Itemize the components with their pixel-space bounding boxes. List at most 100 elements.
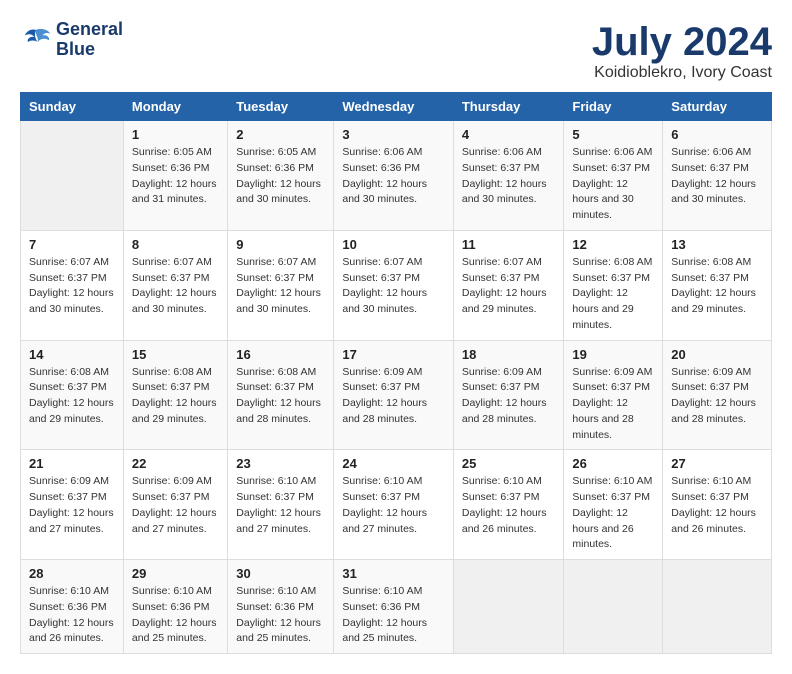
sunrise-text: Sunrise: 6:08 AM — [29, 365, 115, 381]
calendar-cell: 9 Sunrise: 6:07 AM Sunset: 6:37 PM Dayli… — [228, 230, 334, 340]
calendar-cell: 26 Sunrise: 6:10 AM Sunset: 6:37 PM Dayl… — [564, 450, 663, 560]
day-number: 29 — [132, 566, 219, 581]
calendar-cell: 1 Sunrise: 6:05 AM Sunset: 6:36 PM Dayli… — [123, 121, 227, 231]
header-day: Monday — [123, 93, 227, 121]
header-day: Tuesday — [228, 93, 334, 121]
calendar-table: SundayMondayTuesdayWednesdayThursdayFrid… — [20, 92, 772, 654]
daylight-text: Daylight: 12 hours and 29 minutes. — [572, 286, 654, 333]
day-info: Sunrise: 6:07 AM Sunset: 6:37 PM Dayligh… — [29, 255, 115, 318]
day-number: 28 — [29, 566, 115, 581]
daylight-text: Daylight: 12 hours and 30 minutes. — [462, 177, 556, 209]
sunset-text: Sunset: 6:37 PM — [132, 380, 219, 396]
sunrise-text: Sunrise: 6:07 AM — [462, 255, 556, 271]
calendar-cell: 6 Sunrise: 6:06 AM Sunset: 6:37 PM Dayli… — [663, 121, 772, 231]
day-number: 24 — [342, 456, 445, 471]
day-info: Sunrise: 6:06 AM Sunset: 6:37 PM Dayligh… — [572, 145, 654, 224]
calendar-cell: 8 Sunrise: 6:07 AM Sunset: 6:37 PM Dayli… — [123, 230, 227, 340]
sunset-text: Sunset: 6:37 PM — [462, 271, 556, 287]
day-info: Sunrise: 6:08 AM Sunset: 6:37 PM Dayligh… — [671, 255, 763, 318]
daylight-text: Daylight: 12 hours and 28 minutes. — [572, 396, 654, 443]
logo-line1: General — [56, 20, 123, 40]
day-info: Sunrise: 6:10 AM Sunset: 6:36 PM Dayligh… — [132, 584, 219, 647]
main-title: July 2024 — [592, 20, 772, 64]
sunrise-text: Sunrise: 6:09 AM — [572, 365, 654, 381]
sunset-text: Sunset: 6:37 PM — [671, 490, 763, 506]
day-info: Sunrise: 6:07 AM Sunset: 6:37 PM Dayligh… — [236, 255, 325, 318]
day-info: Sunrise: 6:10 AM Sunset: 6:36 PM Dayligh… — [342, 584, 445, 647]
day-info: Sunrise: 6:08 AM Sunset: 6:37 PM Dayligh… — [236, 365, 325, 428]
sunrise-text: Sunrise: 6:09 AM — [462, 365, 556, 381]
daylight-text: Daylight: 12 hours and 26 minutes. — [29, 616, 115, 648]
day-info: Sunrise: 6:09 AM Sunset: 6:37 PM Dayligh… — [572, 365, 654, 444]
day-info: Sunrise: 6:08 AM Sunset: 6:37 PM Dayligh… — [29, 365, 115, 428]
daylight-text: Daylight: 12 hours and 28 minutes. — [342, 396, 445, 428]
day-info: Sunrise: 6:09 AM Sunset: 6:37 PM Dayligh… — [462, 365, 556, 428]
day-number: 20 — [671, 347, 763, 362]
sunset-text: Sunset: 6:37 PM — [462, 380, 556, 396]
sunrise-text: Sunrise: 6:10 AM — [29, 584, 115, 600]
day-number: 22 — [132, 456, 219, 471]
day-number: 23 — [236, 456, 325, 471]
day-number: 8 — [132, 237, 219, 252]
day-number: 15 — [132, 347, 219, 362]
day-info: Sunrise: 6:07 AM Sunset: 6:37 PM Dayligh… — [342, 255, 445, 318]
calendar-cell — [564, 560, 663, 654]
week-row: 14 Sunrise: 6:08 AM Sunset: 6:37 PM Dayl… — [21, 340, 772, 450]
sunset-text: Sunset: 6:37 PM — [236, 490, 325, 506]
daylight-text: Daylight: 12 hours and 26 minutes. — [462, 506, 556, 538]
sunrise-text: Sunrise: 6:06 AM — [572, 145, 654, 161]
calendar-cell: 22 Sunrise: 6:09 AM Sunset: 6:37 PM Dayl… — [123, 450, 227, 560]
day-number: 3 — [342, 127, 445, 142]
daylight-text: Daylight: 12 hours and 27 minutes. — [236, 506, 325, 538]
sunrise-text: Sunrise: 6:10 AM — [132, 584, 219, 600]
calendar-cell: 3 Sunrise: 6:06 AM Sunset: 6:36 PM Dayli… — [334, 121, 454, 231]
daylight-text: Daylight: 12 hours and 30 minutes. — [236, 177, 325, 209]
sunset-text: Sunset: 6:37 PM — [342, 490, 445, 506]
sunrise-text: Sunrise: 6:08 AM — [671, 255, 763, 271]
day-info: Sunrise: 6:10 AM Sunset: 6:37 PM Dayligh… — [671, 474, 763, 537]
calendar-cell: 20 Sunrise: 6:09 AM Sunset: 6:37 PM Dayl… — [663, 340, 772, 450]
sunrise-text: Sunrise: 6:08 AM — [132, 365, 219, 381]
sunrise-text: Sunrise: 6:07 AM — [236, 255, 325, 271]
sunset-text: Sunset: 6:37 PM — [572, 271, 654, 287]
day-info: Sunrise: 6:09 AM Sunset: 6:37 PM Dayligh… — [132, 474, 219, 537]
calendar-cell: 7 Sunrise: 6:07 AM Sunset: 6:37 PM Dayli… — [21, 230, 124, 340]
day-info: Sunrise: 6:09 AM Sunset: 6:37 PM Dayligh… — [29, 474, 115, 537]
calendar-cell: 19 Sunrise: 6:09 AM Sunset: 6:37 PM Dayl… — [564, 340, 663, 450]
day-number: 1 — [132, 127, 219, 142]
day-number: 30 — [236, 566, 325, 581]
calendar-cell: 27 Sunrise: 6:10 AM Sunset: 6:37 PM Dayl… — [663, 450, 772, 560]
sunrise-text: Sunrise: 6:10 AM — [236, 584, 325, 600]
day-info: Sunrise: 6:10 AM Sunset: 6:36 PM Dayligh… — [236, 584, 325, 647]
day-number: 13 — [671, 237, 763, 252]
sunrise-text: Sunrise: 6:06 AM — [342, 145, 445, 161]
sunset-text: Sunset: 6:37 PM — [342, 271, 445, 287]
calendar-cell: 25 Sunrise: 6:10 AM Sunset: 6:37 PM Dayl… — [453, 450, 564, 560]
daylight-text: Daylight: 12 hours and 25 minutes. — [342, 616, 445, 648]
sunrise-text: Sunrise: 6:09 AM — [29, 474, 115, 490]
calendar-cell: 30 Sunrise: 6:10 AM Sunset: 6:36 PM Dayl… — [228, 560, 334, 654]
day-number: 17 — [342, 347, 445, 362]
sunrise-text: Sunrise: 6:07 AM — [29, 255, 115, 271]
day-info: Sunrise: 6:08 AM Sunset: 6:37 PM Dayligh… — [132, 365, 219, 428]
sunrise-text: Sunrise: 6:10 AM — [572, 474, 654, 490]
subtitle: Koidioblekro, Ivory Coast — [592, 64, 772, 82]
sunrise-text: Sunrise: 6:05 AM — [236, 145, 325, 161]
calendar-cell: 15 Sunrise: 6:08 AM Sunset: 6:37 PM Dayl… — [123, 340, 227, 450]
calendar-cell: 12 Sunrise: 6:08 AM Sunset: 6:37 PM Dayl… — [564, 230, 663, 340]
sunrise-text: Sunrise: 6:05 AM — [132, 145, 219, 161]
calendar-cell: 24 Sunrise: 6:10 AM Sunset: 6:37 PM Dayl… — [334, 450, 454, 560]
calendar-cell: 18 Sunrise: 6:09 AM Sunset: 6:37 PM Dayl… — [453, 340, 564, 450]
daylight-text: Daylight: 12 hours and 27 minutes. — [342, 506, 445, 538]
calendar-cell: 4 Sunrise: 6:06 AM Sunset: 6:37 PM Dayli… — [453, 121, 564, 231]
day-number: 7 — [29, 237, 115, 252]
sunset-text: Sunset: 6:37 PM — [132, 271, 219, 287]
sunset-text: Sunset: 6:37 PM — [29, 380, 115, 396]
sunset-text: Sunset: 6:37 PM — [236, 380, 325, 396]
sunset-text: Sunset: 6:37 PM — [572, 490, 654, 506]
sunrise-text: Sunrise: 6:07 AM — [342, 255, 445, 271]
day-number: 14 — [29, 347, 115, 362]
day-info: Sunrise: 6:06 AM Sunset: 6:37 PM Dayligh… — [462, 145, 556, 208]
week-row: 7 Sunrise: 6:07 AM Sunset: 6:37 PM Dayli… — [21, 230, 772, 340]
calendar-cell: 16 Sunrise: 6:08 AM Sunset: 6:37 PM Dayl… — [228, 340, 334, 450]
